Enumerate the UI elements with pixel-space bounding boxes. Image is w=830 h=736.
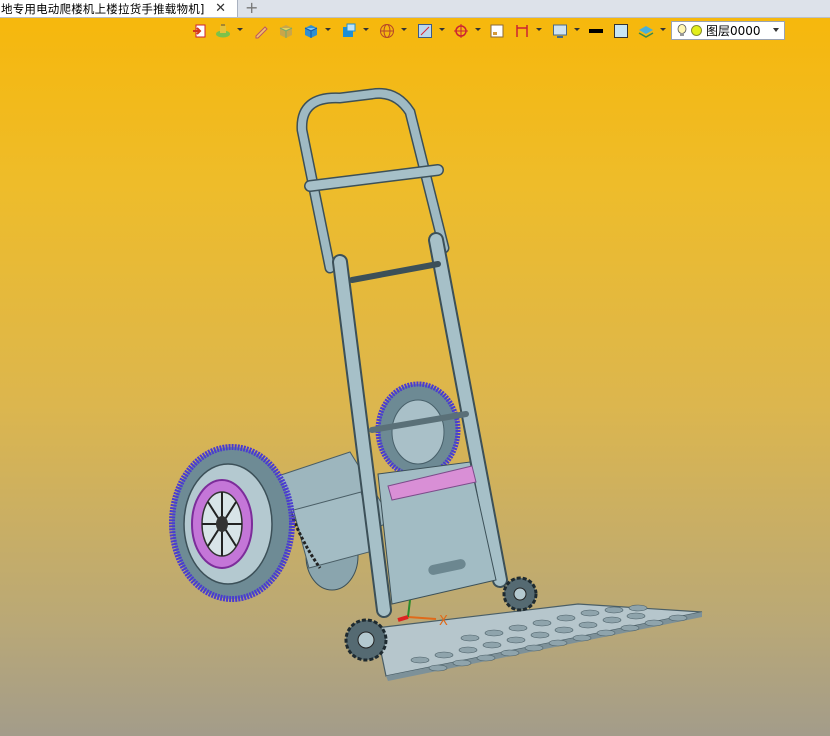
dropdown-arrow-icon[interactable] [660,28,666,31]
layer-color-dot[interactable] [691,25,702,36]
layer-stack-icon[interactable] [637,21,655,41]
solid-style-icon[interactable] [214,21,232,41]
dropdown-arrow-icon[interactable] [237,28,243,31]
tab-bar: 地专用电动爬楼机上楼拉货手推载物机] ✕ + [0,0,830,18]
document-tab[interactable]: 地专用电动爬楼机上楼拉货手推载物机] ✕ [0,0,238,17]
black-line-icon[interactable] [587,21,605,41]
box-shaded-icon[interactable] [277,21,295,41]
box-solid-icon[interactable] [302,21,320,41]
dropdown-arrow-icon[interactable] [363,28,369,31]
sphere-wire-icon[interactable] [378,21,396,41]
dropdown-arrow-icon[interactable] [325,28,331,31]
tab-close-icon[interactable]: ✕ [215,0,226,17]
rear-wheel-right [375,381,461,479]
toe-plate [375,603,703,681]
tab-title: 地专用电动爬楼机上楼拉货手推载物机] [1,1,205,16]
dropdown-arrow-icon[interactable] [439,28,445,31]
small-square-icon[interactable] [488,21,506,41]
new-tab-icon[interactable]: + [245,0,258,16]
view-orient-icon[interactable] [340,21,358,41]
frame-icon[interactable] [416,21,434,41]
layer-name: 图层0000 [706,24,761,38]
exit-sketch-icon[interactable] [190,21,208,41]
3d-viewport[interactable]: X [0,41,830,736]
x-axis-label: X [439,614,448,629]
display-icon[interactable] [551,21,569,41]
pencil-icon[interactable] [252,21,270,41]
dropdown-arrow-icon[interactable] [536,28,542,31]
dropdown-arrow-icon[interactable] [574,28,580,31]
dimension-icon[interactable] [513,21,531,41]
chevron-down-icon[interactable] [773,28,779,32]
lightbulb-icon[interactable] [677,24,687,37]
crosshair-icon[interactable] [452,21,470,41]
rear-wheel-left [169,444,295,602]
dropdown-arrow-icon[interactable] [475,28,481,31]
dropdown-arrow-icon[interactable] [401,28,407,31]
layer-select[interactable]: 图层0000 [671,21,785,40]
fill-color-icon[interactable] [612,21,630,41]
